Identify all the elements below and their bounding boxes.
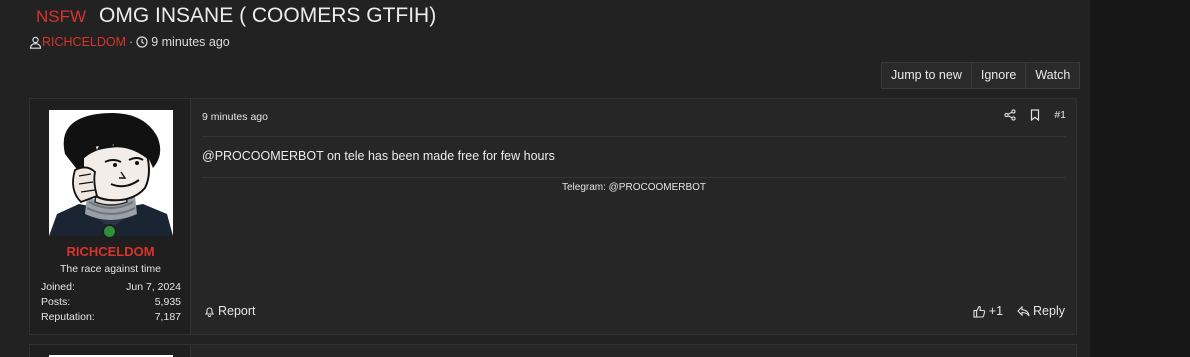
- bell-icon: [204, 306, 215, 317]
- next-post: [29, 344, 1077, 357]
- like-count: +1: [988, 304, 1004, 318]
- stat-posts: Posts: 5,935: [41, 295, 181, 310]
- next-post-user-cell: [30, 345, 191, 357]
- post-message: @PROCOOMERBOT on tele has been made free…: [202, 149, 555, 163]
- stat-label: Joined:: [41, 281, 75, 293]
- ignore-button[interactable]: Ignore: [972, 63, 1027, 88]
- stat-joined: Joined: Jun 7, 2024: [41, 280, 181, 295]
- jump-to-new-button[interactable]: Jump to new: [882, 63, 972, 88]
- stat-value[interactable]: 5,935: [155, 295, 181, 310]
- post-date[interactable]: 9 minutes ago: [202, 111, 268, 123]
- stat-value: Jun 7, 2024: [126, 281, 181, 293]
- signature-divider: [202, 177, 1066, 178]
- clock-icon: [136, 36, 148, 48]
- online-status-indicator: [102, 224, 117, 239]
- bookmark-icon[interactable]: [1030, 109, 1040, 121]
- reply-button[interactable]: Reply: [1017, 304, 1065, 318]
- post-header: 9 minutes ago #1: [202, 109, 1066, 137]
- right-gutter: [1090, 0, 1190, 357]
- thread-title: OMG INSANE ( COOMERS GTFIH): [99, 4, 437, 27]
- user-icon: [29, 36, 42, 49]
- meta-separator: ·: [129, 35, 134, 49]
- thread-author-link[interactable]: RICHCELDOM: [42, 35, 126, 49]
- stat-reputation: Reputation: 7,187: [41, 310, 181, 325]
- stat-value: 7,187: [154, 311, 181, 323]
- thumbs-up-icon: [973, 305, 986, 318]
- thread-prefix[interactable]: NSFW: [36, 7, 86, 27]
- post-signature: Telegram: @PROCOOMERBOT: [561, 182, 707, 193]
- stat-label: Posts:: [41, 296, 71, 308]
- thread-time[interactable]: 9 minutes ago: [151, 35, 230, 49]
- reply-icon: [1017, 305, 1030, 317]
- post-number[interactable]: #1: [1054, 109, 1066, 121]
- post-actions: #1: [1004, 109, 1066, 121]
- report-button[interactable]: Report: [204, 304, 256, 318]
- user-title: The race against time: [60, 263, 161, 275]
- report-label: Report: [218, 304, 256, 318]
- post-content: 9 minutes ago #1 @PROCOOMERBOT on tele h…: [192, 99, 1077, 334]
- avatar[interactable]: [49, 110, 173, 236]
- watch-button[interactable]: Watch: [1026, 63, 1079, 88]
- post-username[interactable]: RICHCELDOM: [30, 244, 191, 259]
- share-icon[interactable]: [1004, 109, 1016, 121]
- thread-toolbar: Jump to new Ignore Watch: [881, 62, 1081, 89]
- post: RICHCELDOM The race against time Joined:…: [29, 98, 1077, 335]
- user-stats: Joined: Jun 7, 2024 Posts: 5,935 Reputat…: [41, 280, 181, 325]
- post-user-cell: RICHCELDOM The race against time Joined:…: [30, 99, 191, 334]
- thread-meta: RICHCELDOM · 9 minutes ago: [29, 35, 230, 49]
- reply-label: Reply: [1033, 304, 1065, 318]
- stat-label: Reputation:: [41, 311, 95, 323]
- post-footer-actions: +1 Reply: [973, 304, 1065, 318]
- like-button[interactable]: +1: [973, 304, 1003, 318]
- thread-header: NSFW OMG INSANE ( COOMERS GTFIH): [36, 4, 436, 28]
